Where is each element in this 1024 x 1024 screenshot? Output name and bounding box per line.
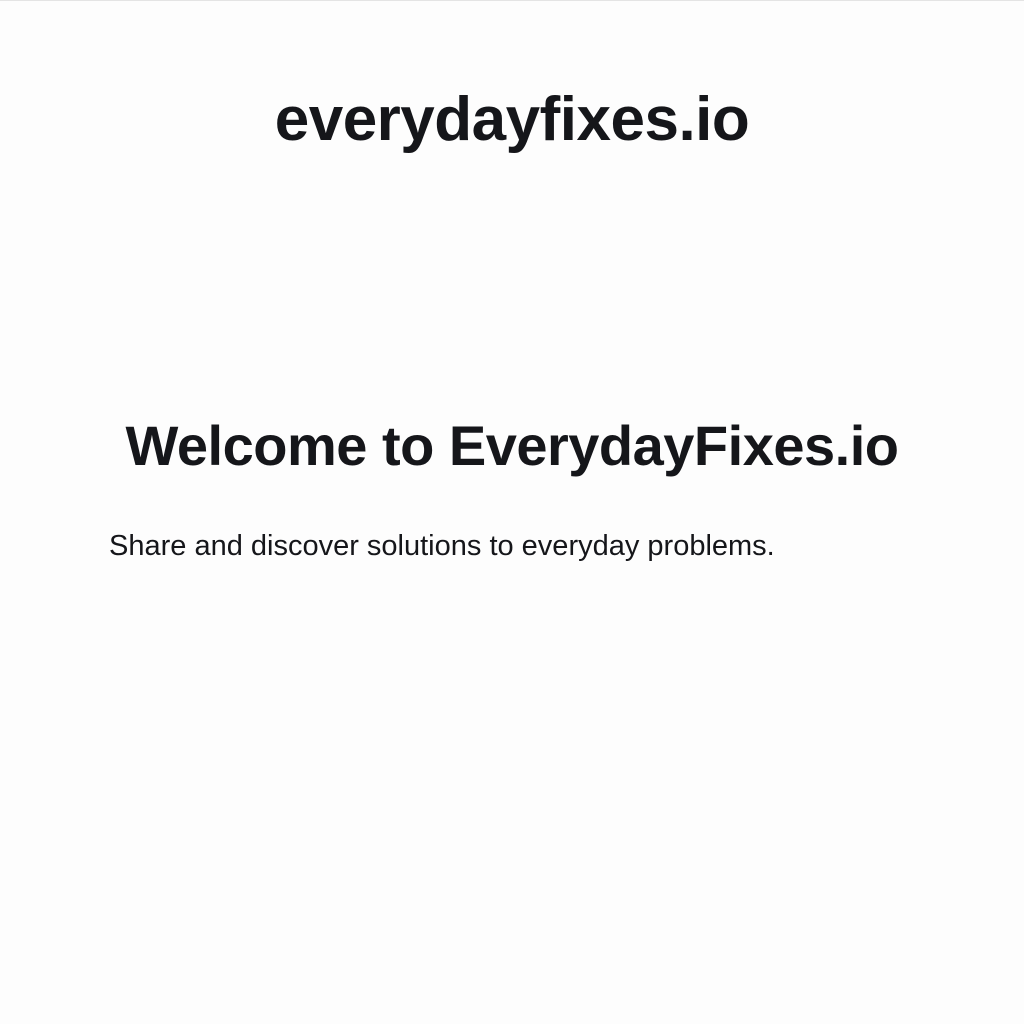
site-header: everydayfixes.io: [0, 80, 1024, 160]
site-logo-link[interactable]: everydayfixes.io: [275, 80, 750, 160]
hero-section: Welcome to EverydayFixes.io Share and di…: [0, 410, 1024, 562]
page-subtitle: Share and discover solutions to everyday…: [109, 530, 775, 562]
page-title: Welcome to EverydayFixes.io: [125, 414, 899, 477]
page-top-border: [0, 0, 1024, 1]
